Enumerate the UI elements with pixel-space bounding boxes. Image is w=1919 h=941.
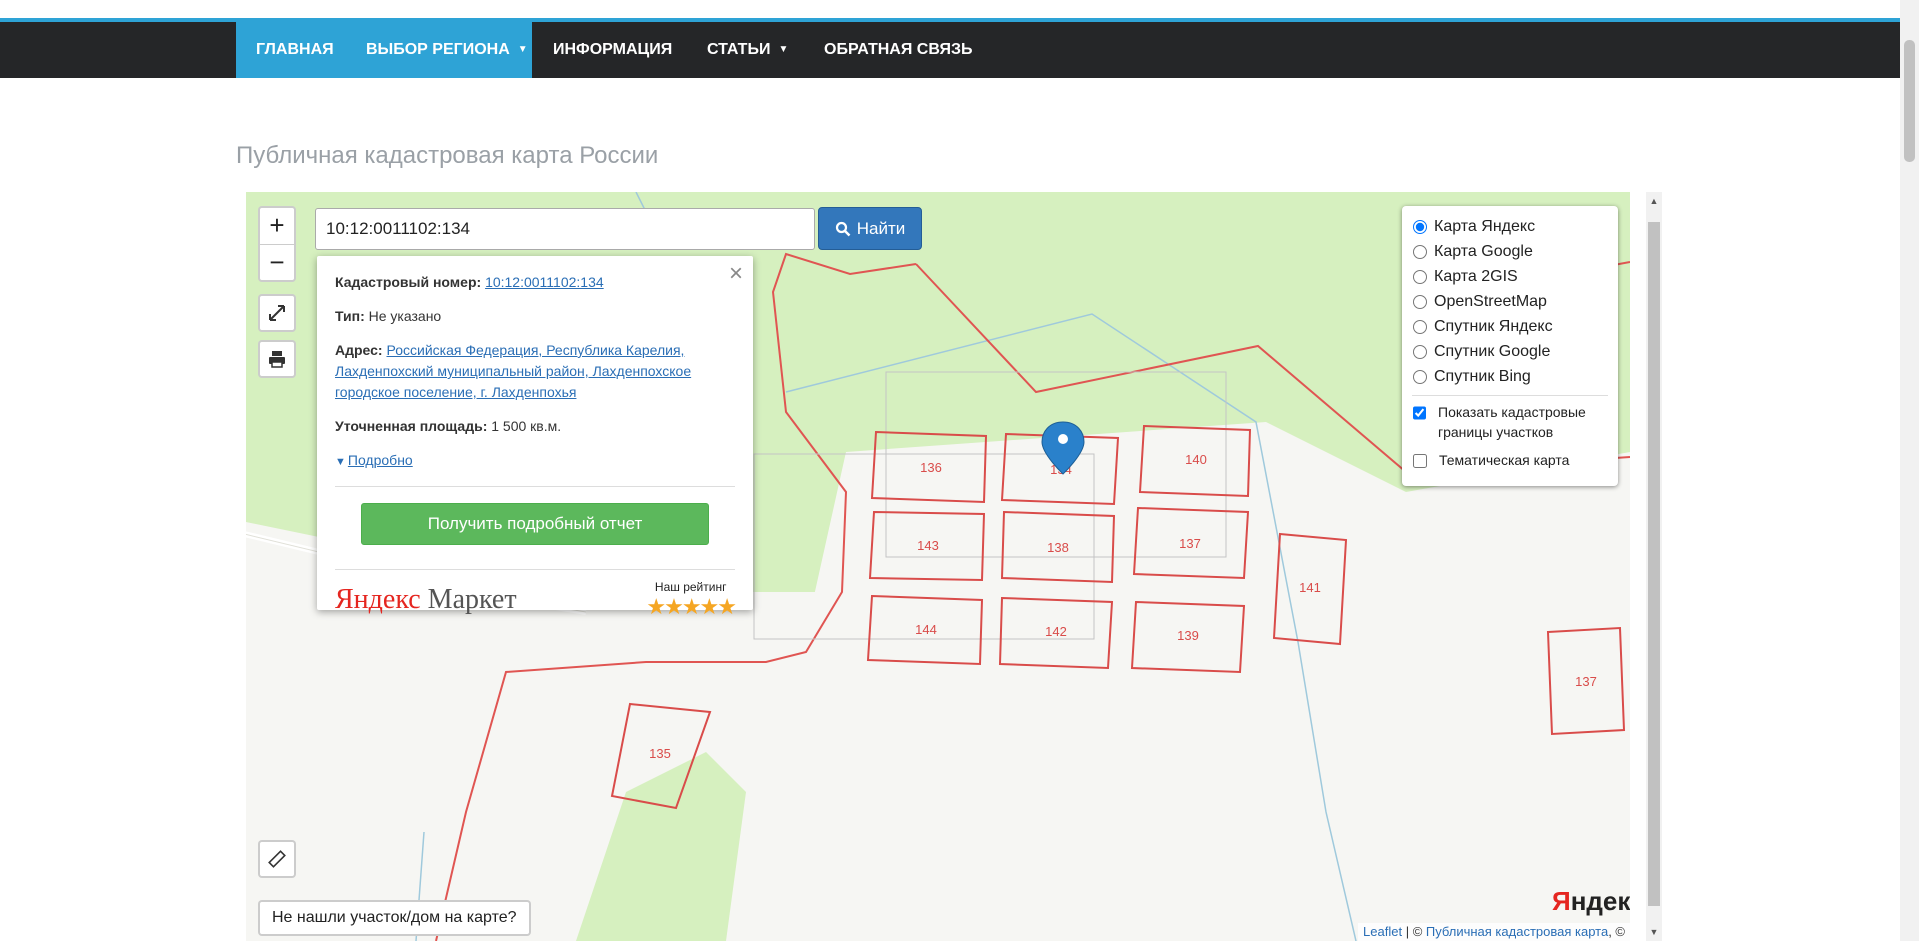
area-row: Уточненная площадь: 1 500 кв.м. [335,418,562,434]
layer-option-yandex-sat[interactable]: Спутник Яндекс [1412,314,1608,339]
details-toggle[interactable]: ▼ Подробно [335,450,735,473]
thematic-map-checkbox[interactable]: Тематическая карта [1412,450,1608,470]
layer-option-2gis[interactable]: Карта 2GIS [1412,264,1608,289]
page-scrollbar[interactable] [1900,0,1919,941]
scrollbar-thumb[interactable] [1648,222,1660,906]
triangle-down-icon: ▼ [335,456,346,468]
divider [335,486,735,487]
fullscreen-icon [269,305,285,321]
pkk-link[interactable]: Публичная кадастровая карта [1426,924,1608,939]
cadastral-number-link[interactable]: 10:12:0011102:134 [485,274,604,290]
layer-switcher: Карта Яндекс Карта Google Карта 2GIS Ope… [1402,206,1618,486]
show-boundaries-checkbox[interactable]: Показать кадастровые границы участков [1412,402,1608,442]
map-scrollbar[interactable]: ▲ ▼ [1646,192,1662,941]
parcel-label: 141 [1299,580,1321,595]
layer-radio[interactable] [1413,269,1427,284]
layer-radio[interactable] [1413,294,1427,309]
layer-radio[interactable] [1413,319,1427,334]
star-icon: ★★★★★ [646,594,737,619]
parcel-label: 139 [1177,628,1199,643]
yandex-market-badge[interactable]: Яндекс Маркет Наш рейтинг ★★★★★ [335,569,737,620]
search-icon [835,221,851,236]
print-button[interactable] [258,340,296,378]
nav-item-feedback[interactable]: ОБРАТНАЯ СВЯЗЬ [804,22,993,78]
search-button[interactable]: Найти [818,207,922,250]
fullscreen-button[interactable] [258,294,296,332]
layer-radio[interactable] [1413,369,1427,384]
layer-radio[interactable] [1413,244,1427,259]
yandex-market-logo: Яндекс Маркет [335,584,517,615]
parcel-label: 135 [649,746,671,761]
parcel-label: 137 [1179,536,1201,551]
close-icon[interactable]: × [729,260,743,288]
page-title: Публичная кадастровая карта России [236,142,659,169]
parcel-label: 140 [1185,452,1207,467]
main-nav: ГЛАВНАЯ ВЫБОР РЕГИОНА ▼ ИНФОРМАЦИЯ СТАТЬИ… [0,22,1900,78]
nav-item-articles[interactable]: СТАТЬИ ▼ [687,22,808,78]
rating: Наш рейтинг ★★★★★ [646,580,737,619]
measure-button[interactable] [258,840,296,878]
parcel-label: 136 [920,460,942,475]
nav-item-region[interactable]: ВЫБОР РЕГИОНА ▼ [346,22,532,78]
zoom-out-button[interactable]: − [260,244,294,280]
not-found-button[interactable]: Не нашли участок/дом на карте? [258,900,531,936]
cadastral-map[interactable]: 136 134 140 143 138 137 144 142 139 141 … [246,192,1630,941]
chevron-down-icon: ▼ [778,44,789,55]
parcel-label: 138 [1047,540,1069,555]
layer-option-osm[interactable]: OpenStreetMap [1412,289,1608,314]
layer-option-yandex[interactable]: Карта Яндекс [1412,214,1608,239]
map-attribution: Leaflet | © Публичная кадастровая карта,… [1358,923,1630,941]
parcel-label: 144 [915,622,937,637]
parcel-label: 137 [1575,674,1597,689]
address-row: Адрес: Российская Федерация, Республика … [335,342,692,400]
zoom-control: + − [258,206,296,282]
layer-option-google-sat[interactable]: Спутник Google [1412,339,1608,364]
nav-item-info[interactable]: ИНФОРМАЦИЯ [533,22,692,78]
parcel-label: 142 [1045,624,1067,639]
nav-item-home[interactable]: ГЛАВНАЯ [236,22,354,78]
ruler-icon [268,850,286,868]
layer-option-google[interactable]: Карта Google [1412,239,1608,264]
chevron-down-icon: ▼ [517,44,528,55]
scroll-up-icon[interactable]: ▲ [1646,196,1662,206]
yandex-logo: Яндекс [1552,886,1630,916]
get-report-button[interactable]: Получить подробный отчет [361,503,709,545]
zoom-in-button[interactable]: + [260,208,294,244]
divider [1412,395,1608,396]
cadastral-number-row: Кадастровый номер: 10:12:0011102:134 [335,274,604,290]
layer-option-bing-sat[interactable]: Спутник Bing [1412,364,1608,389]
leaflet-link[interactable]: Leaflet [1363,924,1402,939]
layer-radio[interactable] [1413,219,1427,234]
address-link[interactable]: Российская Федерация, Республика Карелия… [335,342,691,400]
layer-radio[interactable] [1413,344,1427,359]
parcel-info-popup: × Кадастровый номер: 10:12:0011102:134 Т… [317,256,753,619]
scrollbar-thumb[interactable] [1904,40,1915,162]
type-row: Тип: Не указано [335,308,442,324]
cadastral-search-input[interactable] [315,208,815,250]
parcel-label: 143 [917,538,939,553]
print-icon [269,351,285,368]
scroll-down-icon[interactable]: ▼ [1646,927,1662,937]
